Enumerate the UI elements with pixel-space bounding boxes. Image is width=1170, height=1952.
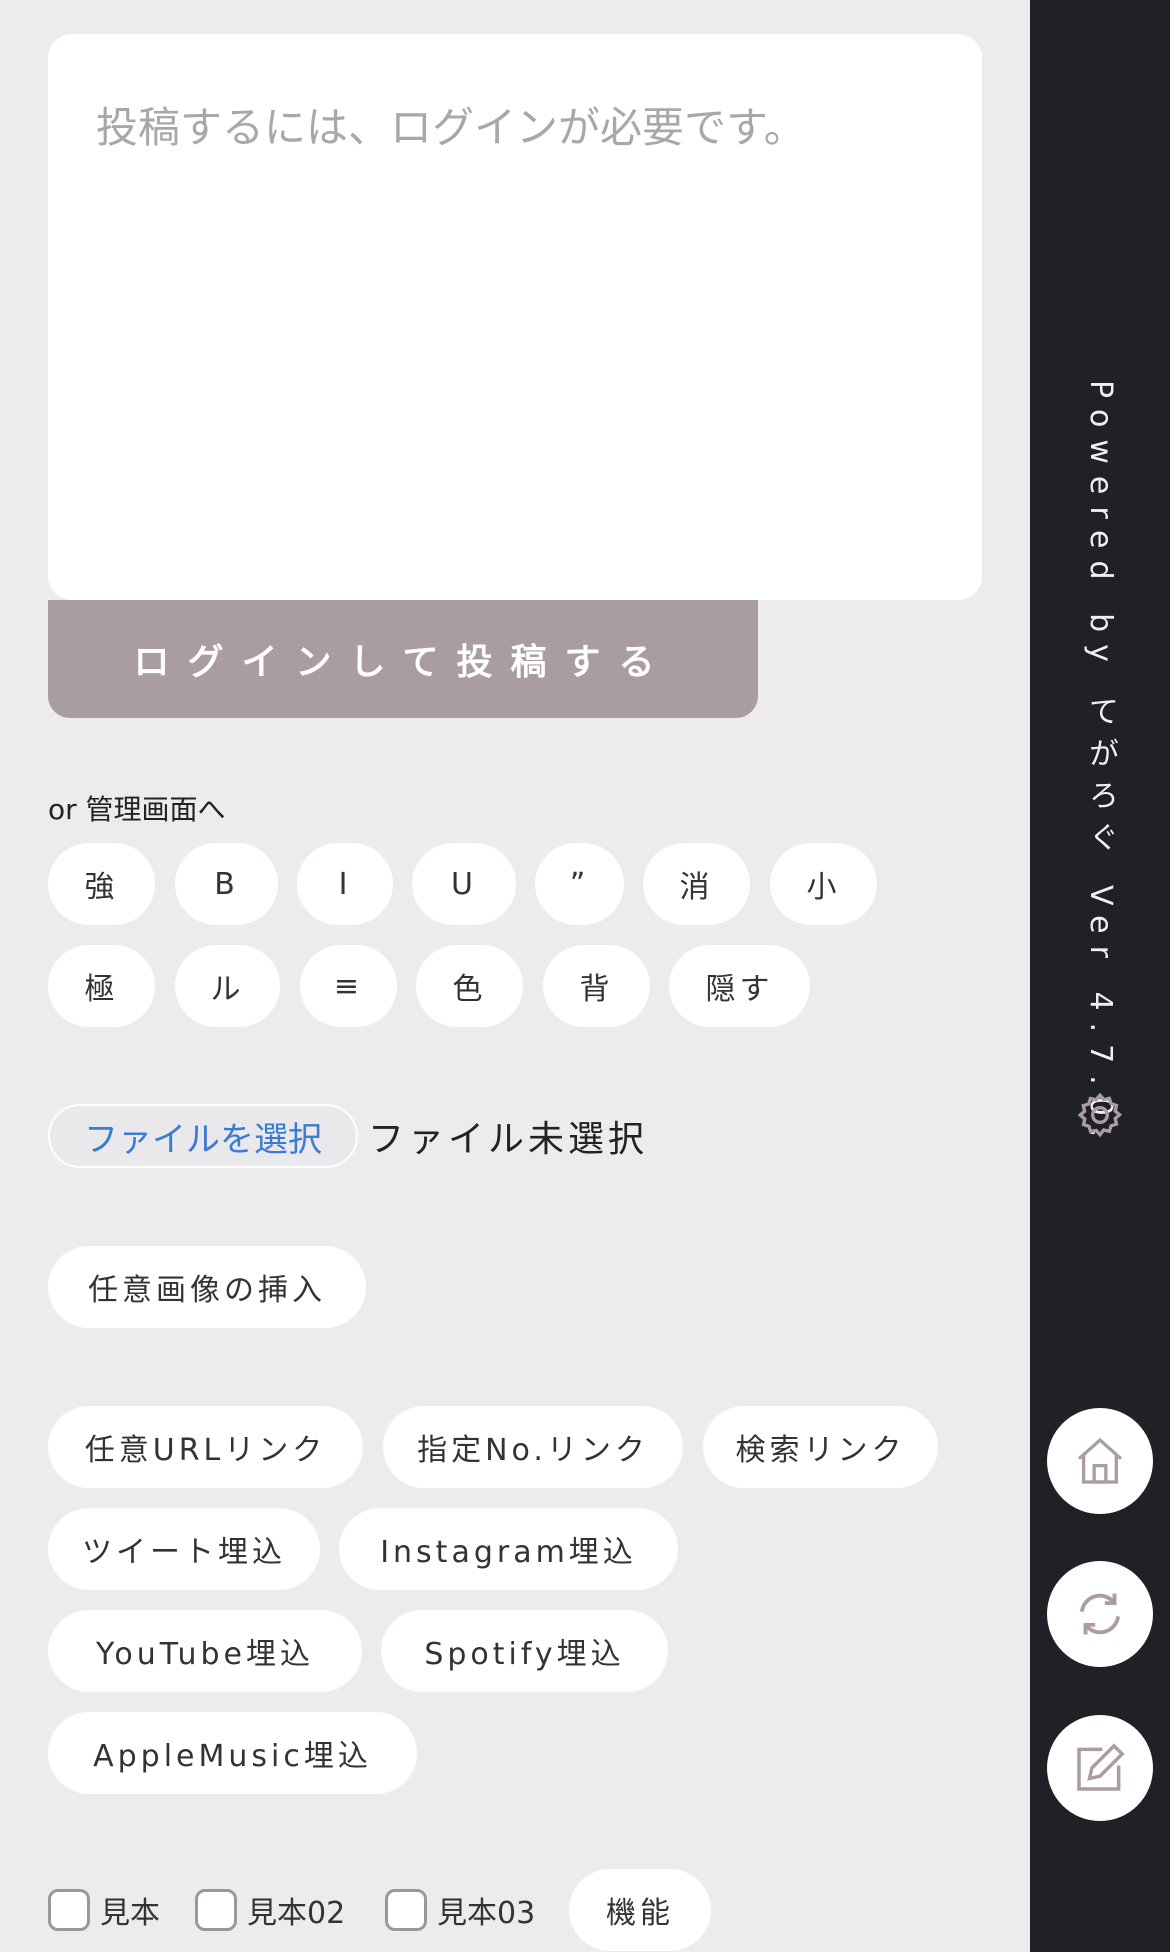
format-underline-button[interactable]: U: [412, 843, 516, 925]
format-small-button[interactable]: 小: [770, 843, 877, 925]
tweet-embed-button[interactable]: ツイート埋込: [48, 1508, 320, 1590]
choose-file-button[interactable]: ファイルを選択: [48, 1104, 358, 1168]
admin-link[interactable]: or 管理画面へ: [48, 788, 226, 828]
format-hide-button[interactable]: 隠す: [669, 945, 810, 1027]
format-ruby-button[interactable]: ル: [175, 945, 280, 1027]
post-textarea[interactable]: [48, 34, 982, 600]
format-strong-button[interactable]: 強: [48, 843, 155, 925]
refresh-button[interactable]: [1047, 1561, 1153, 1667]
format-italic-button[interactable]: I: [297, 843, 393, 925]
edit-button[interactable]: [1047, 1715, 1153, 1821]
file-status: ファイル未選択: [368, 1119, 649, 1160]
youtube-embed-button[interactable]: YouTube埋込: [48, 1610, 362, 1692]
home-button[interactable]: [1047, 1408, 1153, 1514]
checkbox-box[interactable]: [195, 1889, 237, 1931]
login-post-button[interactable]: ログインして投稿する: [48, 600, 758, 718]
instagram-embed-button[interactable]: Instagram埋込: [339, 1508, 678, 1590]
checkbox-box[interactable]: [385, 1889, 427, 1931]
edit-icon: [1077, 1743, 1125, 1791]
checkbox-box[interactable]: [48, 1889, 90, 1931]
sample-checkbox[interactable]: 見本: [48, 1885, 160, 1935]
function-button[interactable]: 機能: [569, 1869, 711, 1951]
home-icon: [1077, 1437, 1123, 1484]
refresh-icon: [1079, 1593, 1121, 1635]
gear-icon[interactable]: [1075, 1090, 1125, 1140]
sample02-checkbox[interactable]: 見本02: [195, 1885, 345, 1935]
checkbox-label: 見本03: [437, 1896, 536, 1931]
applemusic-embed-button[interactable]: AppleMusic埋込: [48, 1712, 417, 1794]
format-bold-button[interactable]: B: [175, 843, 278, 925]
format-quote-button[interactable]: ”: [535, 843, 624, 925]
format-strike-button[interactable]: 消: [643, 843, 750, 925]
sample03-checkbox[interactable]: 見本03: [385, 1885, 535, 1935]
search-link-button[interactable]: 検索リンク: [703, 1406, 938, 1488]
format-list-button[interactable]: ≡: [300, 945, 397, 1027]
checkbox-label: 見本: [100, 1896, 160, 1931]
number-link-button[interactable]: 指定No.リンク: [383, 1406, 683, 1488]
spotify-embed-button[interactable]: Spotify埋込: [381, 1610, 668, 1692]
format-color-button[interactable]: 色: [416, 945, 523, 1027]
powered-by-text: Powered by てがろぐ Ver 4.7.0.: [1083, 380, 1118, 1150]
checkbox-label: 見本02: [247, 1896, 346, 1931]
insert-image-button[interactable]: 任意画像の挿入: [48, 1246, 366, 1328]
format-background-button[interactable]: 背: [543, 945, 650, 1027]
url-link-button[interactable]: 任意URLリンク: [48, 1406, 363, 1488]
main-panel: ログインして投稿する or 管理画面へ 強 B I U ” 消 小 極 ル ≡ …: [0, 0, 1030, 1952]
format-extreme-button[interactable]: 極: [48, 945, 155, 1027]
